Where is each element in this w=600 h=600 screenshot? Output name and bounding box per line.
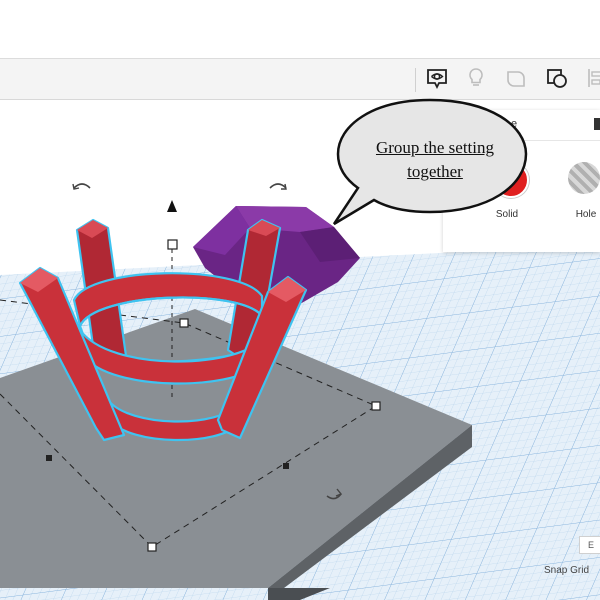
height-handle[interactable] xyxy=(167,239,178,250)
snap-grid-label[interactable]: Snap Grid xyxy=(544,565,589,576)
corner-handle[interactable] xyxy=(147,542,157,552)
toolbar-separator xyxy=(415,68,416,92)
corner-handle[interactable] xyxy=(371,401,381,411)
hole-swatch[interactable] xyxy=(568,162,600,194)
edit-grid-button[interactable]: E xyxy=(579,536,600,554)
align-icon[interactable] xyxy=(585,64,600,92)
hole-label[interactable]: Hole xyxy=(561,209,600,220)
notes-icon[interactable] xyxy=(423,64,451,92)
top-bar xyxy=(0,0,600,59)
lightbulb-icon[interactable] xyxy=(462,64,490,92)
edge-handle[interactable] xyxy=(283,463,289,469)
shape-outline-icon[interactable] xyxy=(502,64,530,92)
panel-lock-icon[interactable] xyxy=(594,118,600,130)
group-icon[interactable] xyxy=(543,64,571,92)
corner-handle[interactable] xyxy=(179,318,189,328)
edge-handle[interactable] xyxy=(46,455,52,461)
callout-text: Group the setting together xyxy=(375,138,495,181)
